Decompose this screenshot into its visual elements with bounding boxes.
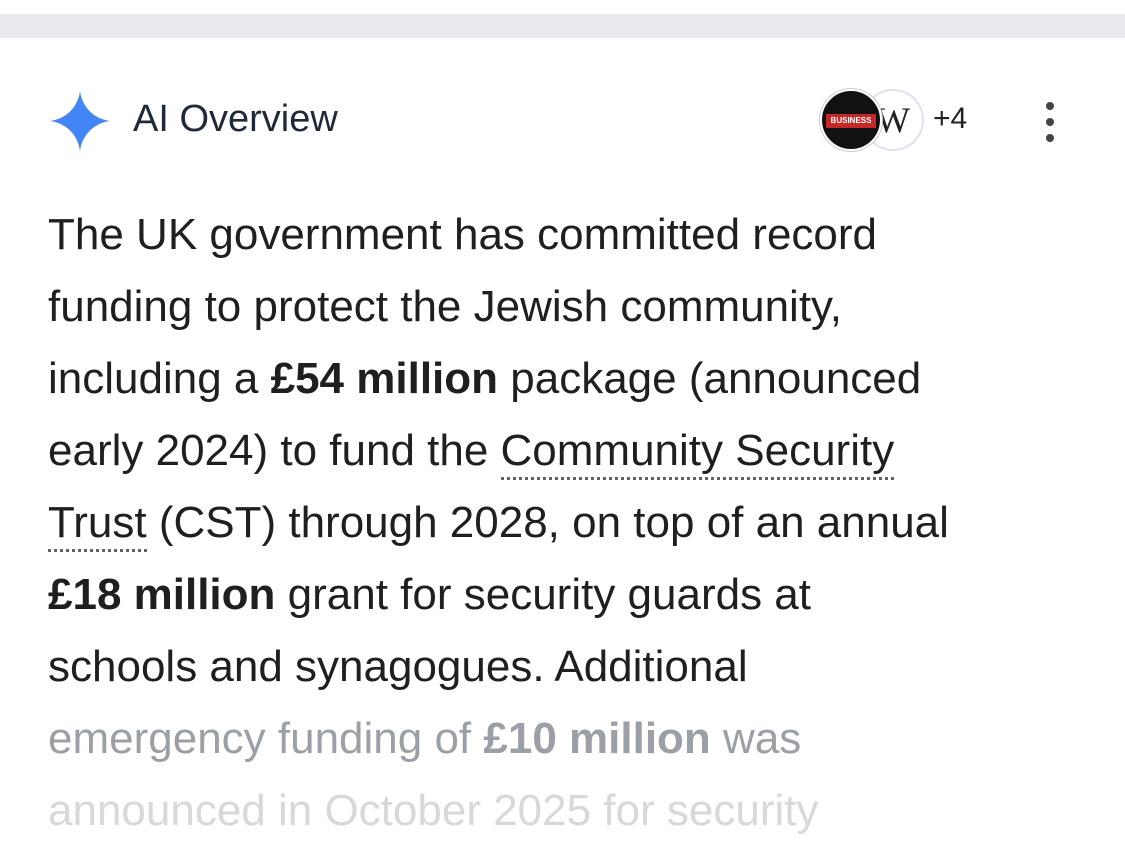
kebab-dot [1046, 102, 1054, 110]
text-segment: announced in October 2025 for security [48, 786, 819, 835]
business-logo-band: BUSINESS [826, 114, 876, 128]
bold-amount: £18 million [48, 570, 276, 619]
overview-line: early 2024) to fund the Community Securi… [48, 415, 1088, 487]
kebab-dot [1046, 118, 1054, 126]
source-avatars[interactable]: BUSINESS W [820, 89, 930, 151]
text-segment: schools and synagogues. Additional [48, 642, 748, 691]
ai-overview-text: The UK government has committed record f… [48, 199, 1088, 847]
gemini-sparkle-icon [50, 91, 110, 151]
cst-link-continued[interactable]: Trust [48, 498, 147, 552]
text-segment: was [710, 714, 802, 763]
text-segment: emergency funding of [48, 714, 484, 763]
overview-line: £18 million grant for security guards at [48, 559, 1088, 631]
overview-line: The UK government has committed record [48, 199, 1088, 271]
overview-line: Trust (CST) through 2028, on top of an a… [48, 487, 1088, 559]
business-logo-icon[interactable]: BUSINESS [820, 89, 882, 151]
overview-line: including a £54 million package (announc… [48, 343, 1088, 415]
more-options-icon[interactable] [1030, 100, 1070, 144]
ai-overview-header: AI Overview BUSINESS W +4 [0, 80, 1125, 160]
top-divider [0, 14, 1125, 38]
cst-link[interactable]: Community Security [500, 426, 895, 480]
ai-overview-title: AI Overview [133, 98, 338, 140]
more-sources-count[interactable]: +4 [933, 101, 967, 137]
bold-amount: £54 million [270, 354, 499, 403]
text-segment: (CST) through 2028, on top of an annual [146, 498, 949, 547]
text-segment: early 2024) to fund the [48, 426, 501, 475]
kebab-dot [1046, 134, 1054, 142]
text-segment: package (announced [498, 354, 922, 403]
overview-line-faded: announced in October 2025 for security [48, 775, 1088, 847]
text-segment: funding to protect the Jewish community, [48, 282, 843, 331]
bold-amount: £10 million [483, 714, 711, 763]
text-segment: including a [48, 354, 271, 403]
overview-line: funding to protect the Jewish community, [48, 271, 1088, 343]
text-segment: grant for security guards at [275, 570, 812, 619]
overview-line-faded: emergency funding of £10 million was [48, 703, 1088, 775]
overview-line: schools and synagogues. Additional [48, 631, 1088, 703]
text-segment: The UK government has committed record [48, 210, 878, 259]
